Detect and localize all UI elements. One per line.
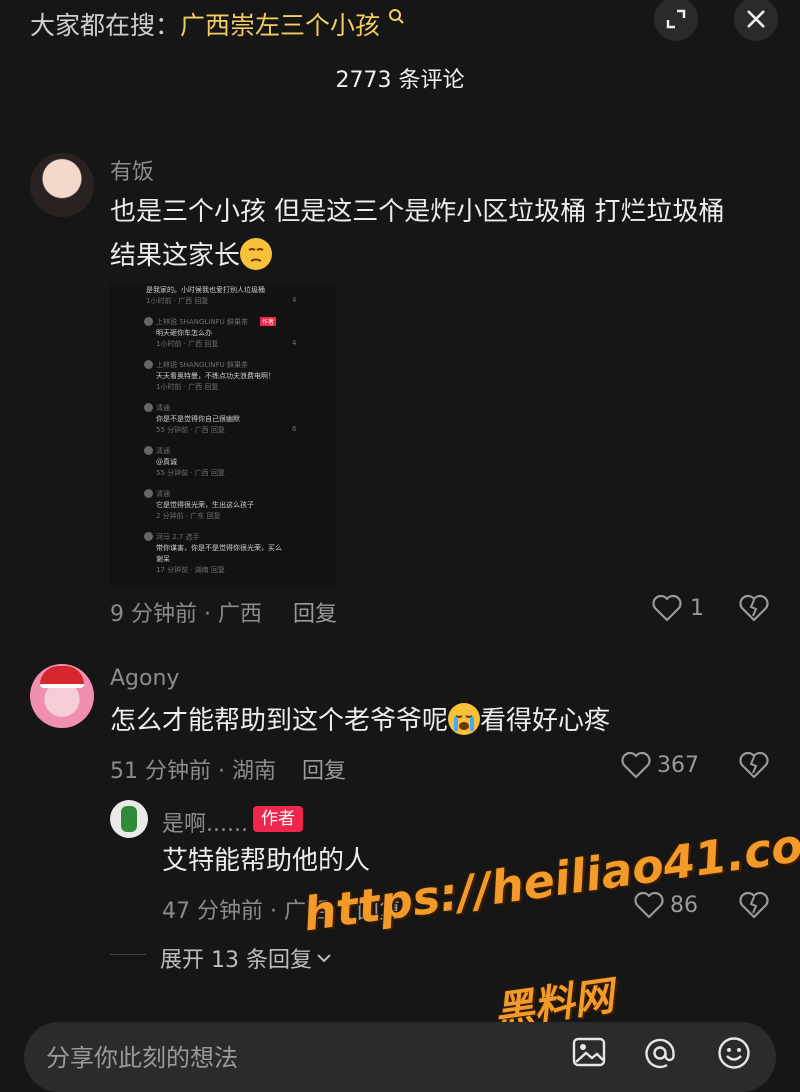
search-prefix: 大家都在搜： <box>30 11 181 40</box>
reply-button[interactable]: 回复 <box>302 753 346 785</box>
expand-button[interactable] <box>654 0 698 41</box>
broken-heart-icon <box>739 891 769 919</box>
heart-icon <box>634 891 664 919</box>
like-count: 367 <box>657 752 699 778</box>
search-keyword[interactable]: 广西崇左三个小孩 <box>180 11 380 40</box>
reply-button[interactable]: 回复 <box>293 596 337 628</box>
heart-icon <box>652 594 682 622</box>
mini-comment-meta: 1小时前 · 广西 回复 <box>156 340 219 348</box>
like-button[interactable]: 1 <box>652 594 704 622</box>
mini-avatar <box>144 532 153 541</box>
mini-avatar <box>144 360 153 369</box>
mini-like-count: 4 <box>292 296 297 304</box>
heart-icon <box>621 751 651 779</box>
comment-username[interactable]: 有饭 <box>110 154 154 186</box>
mini-username: 清通 <box>156 447 170 455</box>
at-sign-icon <box>645 1038 675 1069</box>
expand-replies-label: 展开 13 条回复 <box>160 948 312 973</box>
comment-text-line: 也是三个小孩 但是这三个是炸小区垃圾桶 打烂垃圾桶 <box>110 197 725 227</box>
comment-text: 怎么才能帮助到这个老爷爷呢 看得好心疼 <box>110 699 610 743</box>
mini-avatar <box>144 446 153 455</box>
mini-username: 上林锐 SHANGLINFU 鲜果茶 <box>156 361 248 369</box>
mini-avatar <box>144 317 153 326</box>
broken-heart-icon <box>739 594 769 622</box>
broken-heart-icon <box>739 751 769 779</box>
mini-comment-meta: 1小时前 · 广西 回复 <box>156 383 219 391</box>
comment-text: 也是三个小孩 但是这三个是炸小区垃圾桶 打烂垃圾桶 结果这家长 <box>110 190 725 278</box>
mini-comment-text: 谢呆 <box>156 555 170 563</box>
dislike-button[interactable] <box>739 594 769 626</box>
image-icon <box>572 1037 606 1067</box>
like-count: 86 <box>670 892 698 918</box>
avatar[interactable] <box>110 800 148 838</box>
search-icon <box>388 9 404 24</box>
comment-text-line: 结果这家长 <box>110 241 241 271</box>
comment-username[interactable]: Agony <box>110 666 179 691</box>
like-button[interactable]: 367 <box>621 751 699 779</box>
close-button[interactable] <box>734 0 778 41</box>
trending-search-hint[interactable]: 大家都在搜：广西崇左三个小孩 <box>30 6 406 42</box>
mini-username: 清通 <box>156 404 170 412</box>
mention-button[interactable] <box>643 1036 677 1074</box>
dislike-button[interactable] <box>739 891 769 923</box>
comment-text-part: 怎么才能帮助到这个老爷爷呢 <box>110 706 449 736</box>
mini-comment-meta: 1小时前 · 广西 回复 <box>146 297 209 305</box>
mini-comment-meta: 17 分钟前 · 湖南 回复 <box>156 566 226 574</box>
mini-comment-text: 天天看奥特曼，不练点功夫浪费电啊！ <box>156 372 275 380</box>
comment-image[interactable]: 是我家的。小时候我也爱打别人垃圾桶 1小时前 · 广西 回复 4 上林锐 SHANGL… <box>110 283 335 588</box>
mini-comment-text: 带你谋害，你是不是觉得你很光荣，买么 <box>156 544 282 552</box>
comment-time-location: 51 分钟前 · 湖南 <box>110 759 276 784</box>
mini-comment-meta: 55 分钟前 · 广西 回复 <box>156 469 226 477</box>
mini-comment-text: 它是觉得很光荣，生出这么孩子 <box>156 501 254 509</box>
watermark-url: https://heiliao41.com <box>300 811 800 942</box>
mini-comment-text: @真诚 <box>156 458 177 466</box>
reply-text: 艾特能帮助他的人 <box>162 846 371 876</box>
close-icon <box>747 10 765 28</box>
mini-like-count: 6 <box>292 425 297 433</box>
image-button[interactable] <box>572 1036 606 1072</box>
mini-username: 河马 2.7 选手 <box>156 533 200 541</box>
mini-username: 上林锐 SHANGLINFU 鲜果茶 <box>156 318 248 326</box>
chevron-down-icon <box>317 954 331 963</box>
reply-username[interactable]: 是啊...... <box>162 806 248 838</box>
unamused-emoji-icon <box>240 238 273 270</box>
mini-avatar <box>144 403 153 412</box>
expand-replies-button[interactable]: 展开 13 条回复 <box>160 942 332 974</box>
santa-hat-icon <box>40 666 84 688</box>
mini-avatar <box>144 489 153 498</box>
mini-comment-meta: 2 分钟前 · 广东 回复 <box>156 512 221 520</box>
avatar[interactable] <box>30 664 94 728</box>
author-badge: 作者 <box>253 806 303 832</box>
expand-icon <box>666 9 686 29</box>
comment-time-location: 9 分钟前 · 广西 <box>110 602 262 627</box>
mini-comment-text: 是我家的。小时候我也爱打别人垃圾桶 <box>146 286 265 294</box>
mini-comment-meta: 55 分钟前 · 广西 回复 <box>156 426 226 434</box>
like-count: 1 <box>690 595 704 621</box>
comment-text-part: 看得好心疼 <box>480 706 611 736</box>
emoji-button[interactable] <box>717 1036 751 1074</box>
mini-comment-text: 你是不是觉得你自己很幽默 <box>156 415 240 423</box>
avatar[interactable] <box>30 153 94 217</box>
smiley-icon <box>718 1037 750 1069</box>
mini-username: 清通 <box>156 490 170 498</box>
comment-count: 2773 条评论 <box>335 68 465 93</box>
mini-like-count: 4 <box>292 339 297 347</box>
mini-comment-text: 明天砸你车怎么办 <box>156 329 212 337</box>
like-button[interactable]: 86 <box>634 891 698 919</box>
divider <box>110 954 146 955</box>
dislike-button[interactable] <box>739 751 769 783</box>
mini-author-badge: 作者 <box>260 317 277 326</box>
crying-emoji-icon <box>448 703 481 735</box>
